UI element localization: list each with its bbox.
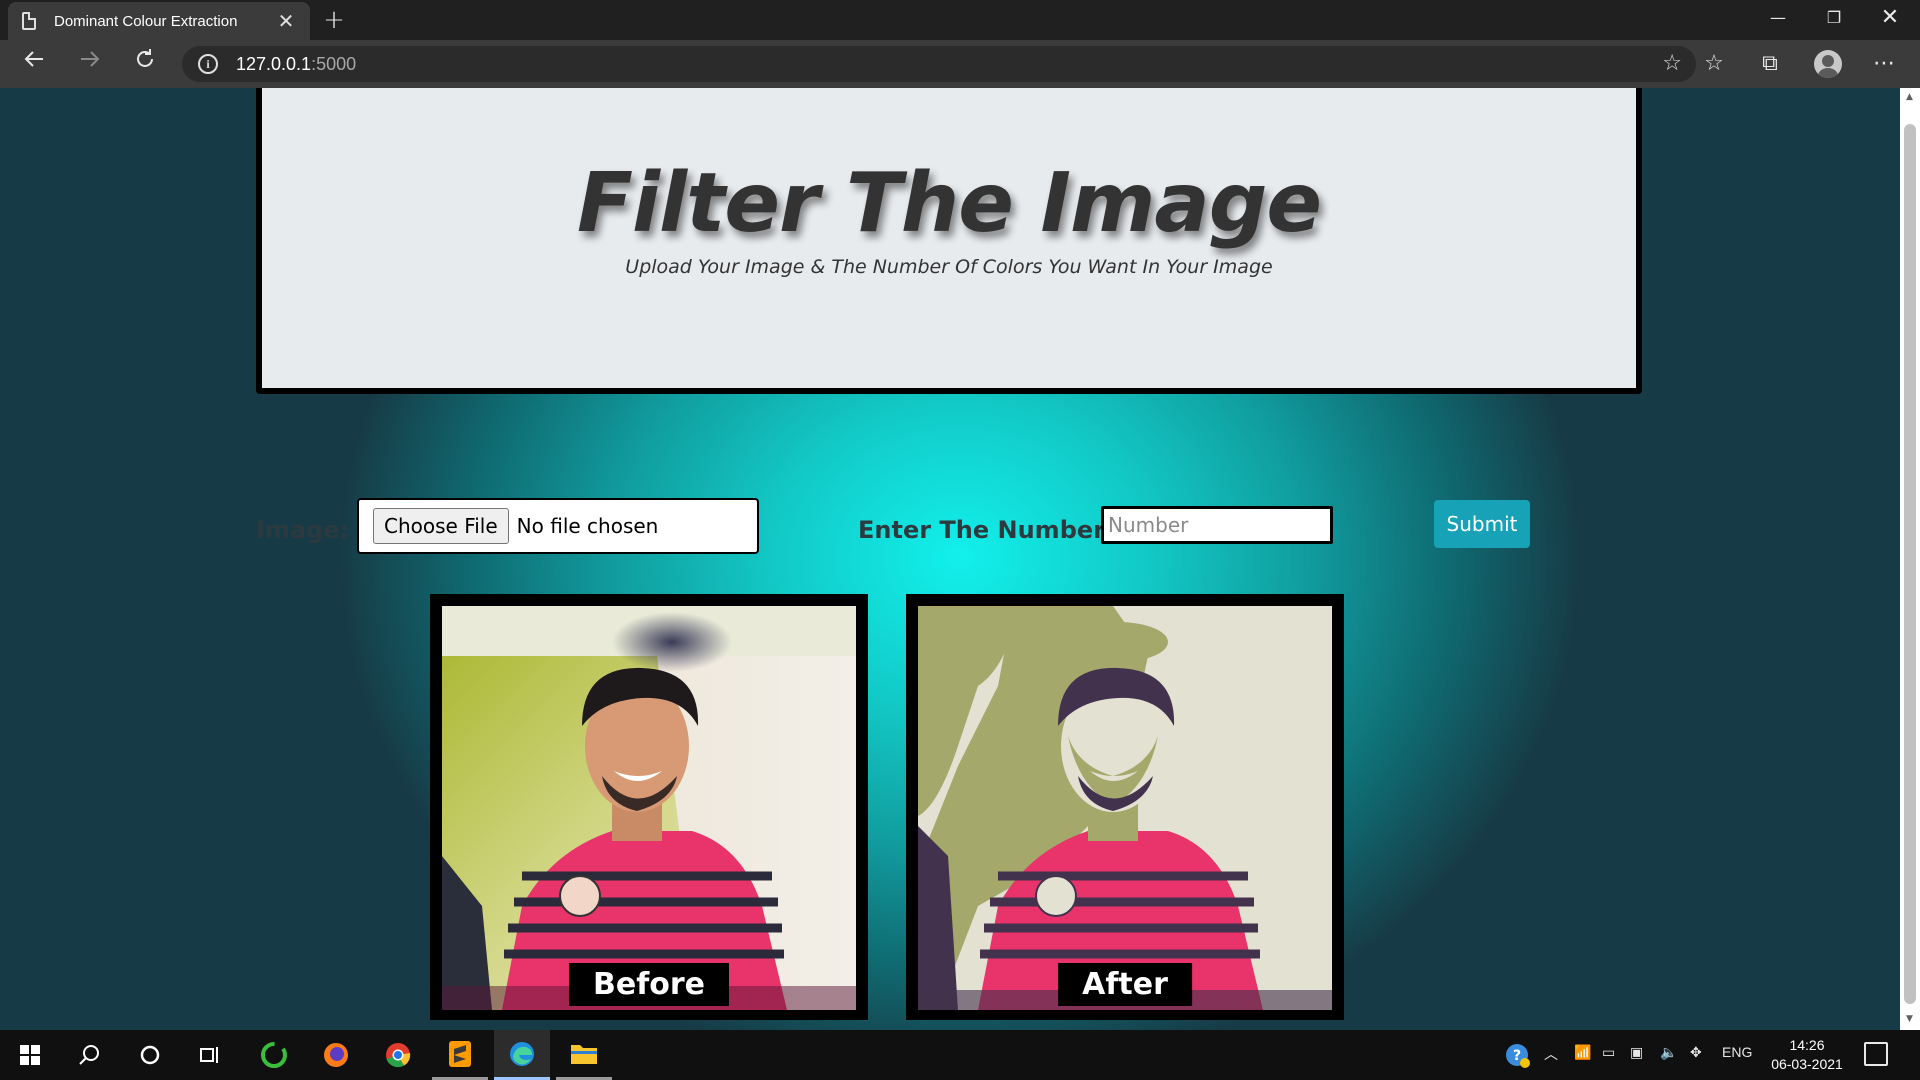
windows-start-icon[interactable] [2, 1030, 58, 1080]
number-label: Enter The Number: [858, 516, 1115, 544]
header-card: Filter The Image Upload Your Image & The… [256, 88, 1642, 394]
page-icon [22, 12, 36, 30]
clock[interactable]: 14:26 06-03-2021 [1762, 1036, 1852, 1074]
battery-icon[interactable]: ▭ [1602, 1044, 1615, 1061]
favorites-icon[interactable]: ☆ [1694, 46, 1734, 82]
file-status: No file chosen [516, 514, 659, 538]
browser-tab[interactable]: Dominant Colour Extraction ✕ [8, 2, 310, 40]
upload-form: Image: Choose File No file chosen Enter … [0, 498, 1900, 558]
more-icon[interactable]: ⋯ [1864, 46, 1904, 82]
before-caption: Before [568, 963, 730, 1006]
circular-app-icon[interactable] [246, 1030, 302, 1080]
page-viewport: Filter The Image Upload Your Image & The… [0, 88, 1900, 1030]
scrollbar-thumb[interactable] [1904, 124, 1916, 1004]
submit-button[interactable]: Submit [1434, 500, 1530, 548]
page-scrollbar[interactable]: ▲ ▼ [1900, 88, 1920, 1030]
after-caption: After [1058, 963, 1192, 1006]
after-image-frame: After [906, 594, 1344, 1020]
network-icon[interactable]: 📶 [1574, 1044, 1591, 1061]
refresh-icon[interactable] [127, 46, 163, 82]
address-bar[interactable]: i 127.0.0.1 :5000 ☆ [182, 46, 1696, 82]
number-input[interactable] [1101, 506, 1333, 544]
scroll-up-icon[interactable]: ▲ [1906, 92, 1913, 102]
before-image-frame: Before [430, 594, 868, 1020]
url-port: :5000 [311, 53, 357, 74]
file-input[interactable]: Choose File No file chosen [357, 498, 759, 554]
notifications-icon[interactable] [1864, 1042, 1888, 1066]
add-favorite-icon[interactable]: ☆ [1662, 52, 1682, 76]
tab-close-icon[interactable]: ✕ [276, 9, 296, 33]
help-icon[interactable]: ? [1504, 1042, 1530, 1071]
language-indicator[interactable]: ENG [1722, 1044, 1752, 1060]
volume-icon[interactable]: 🔈 [1660, 1044, 1677, 1061]
page-subtitle: Upload Your Image & The Number Of Colors… [625, 256, 1273, 278]
browser-tab-strip: Dominant Colour Extraction ✕ + — ❐ ✕ [0, 0, 1920, 40]
browser-toolbar: i 127.0.0.1 :5000 ☆ ☆ ⧉ ⋯ [0, 40, 1920, 88]
taskbar: ? ︿ 📶 ▭ ▣ 🔈 ✥ ENG 14:26 06-03-2021 [0, 1030, 1920, 1080]
edge-icon[interactable] [494, 1030, 550, 1080]
choose-file-button[interactable]: Choose File [373, 508, 509, 544]
chevron-up-icon[interactable]: ︿ [1544, 1044, 1558, 1064]
image-label: Image: [256, 516, 350, 544]
firefox-icon[interactable] [308, 1030, 364, 1080]
close-window-button[interactable]: ✕ [1862, 0, 1918, 38]
clock-date: 06-03-2021 [1771, 1056, 1843, 1072]
search-icon[interactable] [62, 1030, 118, 1080]
sublime-text-icon[interactable] [432, 1030, 488, 1080]
svg-text:?: ? [1513, 1048, 1521, 1064]
chrome-icon[interactable] [370, 1030, 426, 1080]
new-tab-button[interactable]: + [318, 4, 350, 36]
forward-icon[interactable] [72, 46, 108, 82]
profile-avatar[interactable] [1814, 50, 1842, 78]
cortana-icon[interactable] [122, 1030, 178, 1080]
collections-icon[interactable]: ⧉ [1750, 46, 1790, 82]
file-explorer-icon[interactable] [556, 1030, 612, 1080]
minimize-button[interactable]: — [1750, 0, 1806, 38]
restore-button[interactable]: ❐ [1806, 0, 1862, 38]
url-host: 127.0.0.1 [236, 53, 312, 74]
page-title: Filter The Image [576, 156, 1322, 251]
back-icon[interactable] [16, 46, 52, 82]
info-icon[interactable]: i [198, 54, 218, 74]
task-view-icon[interactable] [182, 1030, 238, 1080]
after-image: After [918, 606, 1332, 1010]
clock-time: 14:26 [1789, 1037, 1825, 1053]
tab-title: Dominant Colour Extraction [54, 12, 238, 30]
before-image: Before [442, 606, 856, 1010]
scroll-down-icon[interactable]: ▼ [1906, 1014, 1913, 1024]
display-icon[interactable]: ▣ [1630, 1044, 1643, 1061]
dropbox-icon[interactable]: ✥ [1690, 1044, 1702, 1061]
